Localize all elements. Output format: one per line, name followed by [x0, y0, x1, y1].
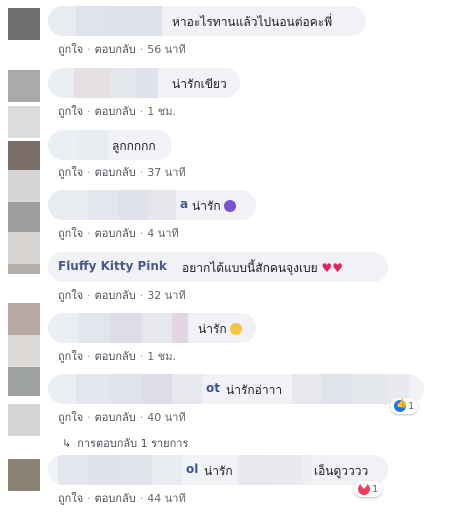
redacted-name: [48, 374, 202, 404]
comment-bubble: a น่ารัก: [48, 190, 256, 220]
comment-text: น่ารักอ่าาา: [226, 383, 283, 397]
redacted-name: [48, 313, 188, 343]
comment-meta: ถูกใจ · ตอบกลับ · 56 นาที: [58, 43, 186, 56]
commenter-name[interactable]: ol: [186, 462, 198, 476]
redacted-name: [48, 68, 158, 98]
smiling-emoji-icon: [230, 323, 243, 335]
comment-text: ลูกกกกก: [112, 139, 156, 153]
like-link[interactable]: ถูกใจ: [58, 492, 83, 505]
avatar[interactable]: [8, 200, 40, 232]
heart-emoji-icon: ♥♥: [321, 261, 344, 275]
like-link[interactable]: ถูกใจ: [58, 43, 83, 56]
timestamp: 32 นาที: [147, 289, 186, 302]
timestamp: 4 นาที: [147, 227, 179, 240]
like-link[interactable]: ถูกใจ: [58, 289, 83, 302]
comment-text: น่ารัก: [192, 197, 237, 216]
reaction-count-badge[interactable]: 👍 1: [390, 398, 419, 414]
avatar[interactable]: [8, 404, 40, 436]
avatar[interactable]: [8, 170, 40, 202]
comment-bubble: ol น่ารัก เอ็นดูวววว: [48, 455, 388, 485]
avatar[interactable]: [8, 364, 40, 396]
redacted-name: [48, 190, 176, 220]
timestamp: 56 นาที: [147, 43, 186, 56]
comment-bubble: น่ารัก: [48, 313, 256, 343]
reply-link[interactable]: ตอบกลับ: [95, 289, 136, 302]
timestamp: 1 ชม.: [147, 105, 176, 118]
timestamp: 40 นาที: [147, 411, 186, 424]
avatar[interactable]: [8, 106, 40, 138]
comment-meta: ถูกใจ · ตอบกลับ · 37 นาที: [58, 166, 186, 179]
view-replies-label: การตอบกลับ 1 รายการ: [77, 437, 189, 450]
reply-link[interactable]: ตอบกลับ: [95, 411, 136, 424]
redacted-name: [48, 6, 162, 36]
comment-bubble: น่ารักเขียว: [48, 68, 240, 98]
comment-meta: ถูกใจ · ตอบกลับ · 32 นาที: [58, 289, 186, 302]
reaction-count: 1: [408, 400, 415, 412]
redacted-name: [58, 455, 182, 485]
commenter-name[interactable]: a: [180, 197, 188, 211]
comment-bubble: Fluffy Kitty Pink อยากได้แบบนี้สักคนจุงเ…: [48, 252, 388, 282]
reply-link[interactable]: ตอบกลับ: [95, 43, 136, 56]
comment-bubble: ลูกกกกก: [48, 130, 172, 160]
reply-arrow-icon: ↳: [62, 437, 72, 450]
timestamp: 1 ชม.: [147, 350, 176, 363]
timestamp: 44 นาที: [147, 492, 186, 505]
comment-meta: ถูกใจ · ตอบกลับ · 4 นาที: [58, 227, 179, 240]
comment-text: น่ารัก: [198, 320, 243, 339]
comment-meta: ถูกใจ · ตอบกลับ · 1 ชม.: [58, 105, 176, 118]
reaction-count-badge[interactable]: ♥ 1: [354, 481, 383, 497]
avatar[interactable]: [8, 70, 40, 102]
comment-text: น่ารักเขียว: [172, 77, 227, 91]
reaction-count: 1: [372, 483, 379, 495]
commenter-name[interactable]: ot: [206, 381, 220, 395]
reply-link[interactable]: ตอบกลับ: [95, 492, 136, 505]
commenter-name[interactable]: Fluffy Kitty Pink: [58, 259, 167, 273]
avatar[interactable]: [8, 459, 40, 491]
love-reaction-icon: ♥: [358, 482, 370, 495]
like-reaction-icon: 👍: [394, 399, 407, 412]
star-struck-emoji-icon: [224, 200, 237, 212]
like-link[interactable]: ถูกใจ: [58, 105, 83, 118]
comment-meta: ถูกใจ · ตอบกลับ · 40 นาที: [58, 411, 186, 424]
reply-link[interactable]: ตอบกลับ: [95, 350, 136, 363]
comment-text: น่ารัก: [204, 464, 233, 478]
avatar[interactable]: [8, 335, 40, 367]
comment-meta: ถูกใจ · ตอบกลับ · 44 นาที: [58, 492, 186, 505]
like-link[interactable]: ถูกใจ: [58, 166, 83, 179]
comment-bubble: ot น่ารักอ่าาา: [48, 374, 424, 404]
like-link[interactable]: ถูกใจ: [58, 350, 83, 363]
reply-link[interactable]: ตอบกลับ: [95, 105, 136, 118]
comment-bubble: หาอะไรทานแล้วไปนอนต่อคะพี่: [48, 6, 366, 36]
timestamp: 37 นาที: [147, 166, 186, 179]
reply-link[interactable]: ตอบกลับ: [95, 227, 136, 240]
redacted-name: [48, 130, 108, 160]
avatar[interactable]: [8, 232, 40, 264]
comment-meta: ถูกใจ · ตอบกลับ · 1 ชม.: [58, 350, 176, 363]
comment-text: หาอะไรทานแล้วไปนอนต่อคะพี่: [172, 15, 333, 29]
like-link[interactable]: ถูกใจ: [58, 411, 83, 424]
redacted-text: [238, 455, 312, 485]
like-link[interactable]: ถูกใจ: [58, 227, 83, 240]
avatar[interactable]: [8, 303, 40, 335]
avatar[interactable]: [8, 141, 40, 173]
view-replies-link[interactable]: ↳ การตอบกลับ 1 รายการ: [62, 434, 188, 452]
comment-text: อยากได้แบบนี้สักคนจุงเบย ♥♥: [182, 261, 344, 275]
comment-text-2: เอ็นดูวววว: [314, 464, 369, 478]
reply-link[interactable]: ตอบกลับ: [95, 166, 136, 179]
avatar[interactable]: [8, 8, 40, 40]
